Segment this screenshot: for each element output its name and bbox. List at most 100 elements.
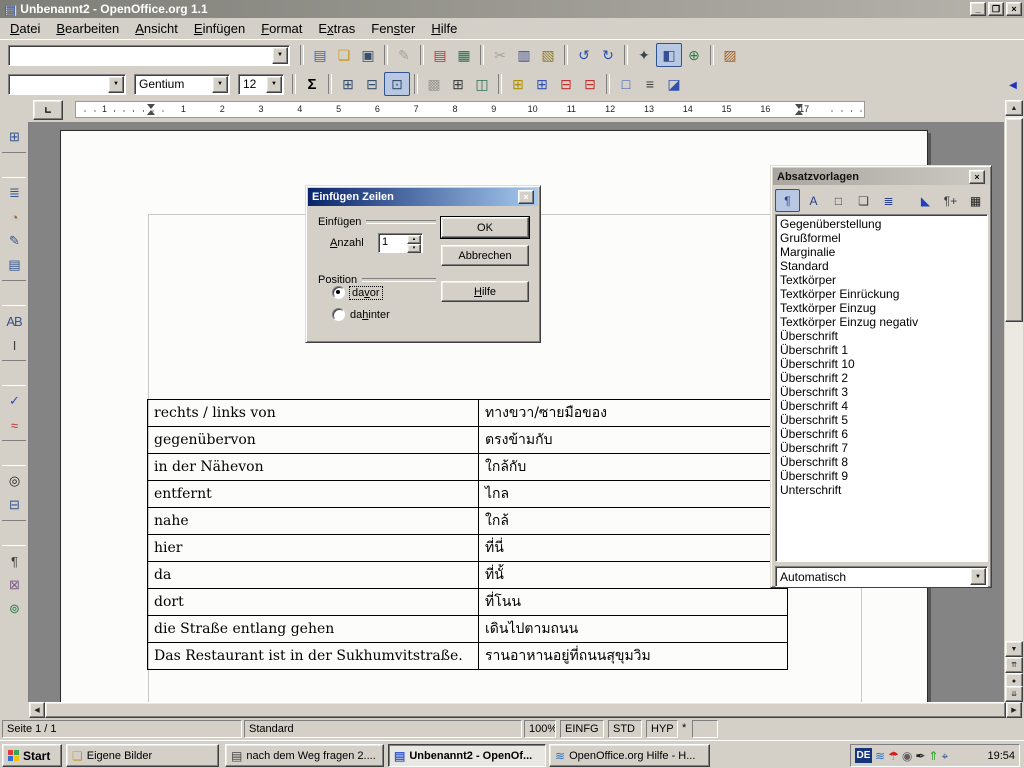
ok-button[interactable]: OK <box>441 217 529 238</box>
menu-extras[interactable]: Extras <box>310 19 363 38</box>
table-cell-german[interactable]: dort <box>148 589 479 616</box>
page-styles-icon[interactable]: ❏ <box>852 190 875 211</box>
close-button[interactable]: × <box>1006 2 1022 16</box>
print-icon[interactable]: ▦ <box>452 44 476 66</box>
font-dropdown-button[interactable]: ▼ <box>212 76 228 93</box>
table-cell-german[interactable]: nahe <box>148 508 479 535</box>
status-zoom[interactable]: 100% <box>524 720 556 738</box>
delete-column-icon[interactable]: ⊟ <box>578 73 602 95</box>
table-cell-thai[interactable]: ใกล้ <box>479 508 788 535</box>
insert-row-icon[interactable]: ⊞ <box>506 73 530 95</box>
task-unbenannt2[interactable]: ▤Unbenannt2 - OpenOf... <box>388 744 546 767</box>
paragraph-styles-icon[interactable]: ¶ <box>775 189 800 212</box>
style-item[interactable]: Marginalie <box>777 245 835 259</box>
export-pdf-icon[interactable]: ▤ <box>428 44 452 66</box>
menu-format[interactable]: Format <box>253 19 310 38</box>
save-icon[interactable]: ▣ <box>356 44 380 66</box>
horizontal-scroll-thumb[interactable] <box>45 702 1006 718</box>
separator[interactable] <box>480 45 484 65</box>
table-cell-german[interactable]: in der Nähevon <box>148 454 479 481</box>
style-item[interactable]: Überschrift 2 <box>777 371 848 385</box>
open-icon[interactable]: ❏ <box>332 44 356 66</box>
dialog-close-button[interactable]: × <box>518 190 534 204</box>
spellcheck-icon[interactable]: ✓ <box>2 389 26 413</box>
copy-icon[interactable]: ▥ <box>512 44 536 66</box>
table-cell-german[interactable]: entfernt <box>148 481 479 508</box>
separator[interactable] <box>414 74 418 94</box>
status-hyperlink-mode[interactable]: HYP <box>646 720 678 738</box>
pen-device-icon[interactable]: ✒ <box>915 750 925 762</box>
separator[interactable] <box>420 45 424 65</box>
new-style-from-selection-icon[interactable]: ¶+ <box>939 190 962 211</box>
table-cell-german[interactable]: da <box>148 562 479 589</box>
separator[interactable] <box>2 152 26 178</box>
status-page[interactable]: Seite 1 / 1 <box>2 720 242 738</box>
borders-icon[interactable]: □ <box>614 73 638 95</box>
gallery-icon[interactable]: ▨ <box>718 44 742 66</box>
merge-cells-icon[interactable]: ⊞ <box>336 73 360 95</box>
vertical-scroll-thumb[interactable] <box>1005 118 1023 322</box>
table-borders-icon[interactable]: ⊞ <box>446 73 470 95</box>
menu-fenster[interactable]: Fenster <box>363 19 423 38</box>
tablet-icon[interactable]: ⌖ <box>941 750 948 762</box>
separator[interactable] <box>2 520 26 546</box>
new-document-icon[interactable]: ▤ <box>308 44 332 66</box>
style-item[interactable]: Überschrift 1 <box>777 343 848 357</box>
graphics-toggle-icon[interactable]: ⊠ <box>2 573 26 597</box>
style-item[interactable]: Textkörper Einzug <box>777 301 876 315</box>
stylist-filter-dropdown-button[interactable]: ▼ <box>970 568 986 585</box>
table-cell-german[interactable]: gegenübervon <box>148 427 479 454</box>
status-insert-mode[interactable]: EINFG <box>560 720 604 738</box>
scroll-right-icon[interactable]: ▶ <box>1006 702 1022 718</box>
undo-icon[interactable]: ↺ <box>572 44 596 66</box>
font-size-dropdown-button[interactable]: ▼ <box>266 76 282 93</box>
stylist-title-bar[interactable]: Absatzvorlagen × <box>773 168 989 185</box>
task-openoffice-hilfe[interactable]: ≋OpenOffice.org Hilfe - H... <box>549 744 710 767</box>
style-item[interactable]: Überschrift 4 <box>777 399 848 413</box>
style-item[interactable]: Überschrift 7 <box>777 441 848 455</box>
menu-hilfe[interactable]: Hilfe <box>423 19 465 38</box>
border-color-icon[interactable]: ◪ <box>662 73 686 95</box>
style-select[interactable]: ▼ <box>8 74 126 95</box>
table-cell-thai[interactable]: ไกล <box>479 481 788 508</box>
style-item[interactable]: Textkörper <box>777 273 836 287</box>
safely-remove-icon[interactable]: ⇑ <box>928 750 938 762</box>
separator[interactable] <box>2 360 26 386</box>
scroll-left-icon[interactable]: ◀ <box>29 702 45 718</box>
radio-davor[interactable]: davor <box>332 286 382 299</box>
url-input[interactable]: ▼ <box>8 45 290 66</box>
url-dropdown-button[interactable]: ▼ <box>272 47 288 64</box>
table-cell-thai[interactable]: ใกล้กับ <box>479 454 788 481</box>
separator[interactable] <box>624 45 628 65</box>
stylist-filter-select[interactable]: Automatisch ▼ <box>775 566 988 587</box>
style-item[interactable]: Überschrift 6 <box>777 427 848 441</box>
update-style-icon[interactable]: ▦ <box>964 190 987 211</box>
table-cell-german[interactable]: die Straße entlang gehen <box>148 616 479 643</box>
autotext-icon[interactable]: AB <box>2 309 26 333</box>
table-cell-thai[interactable]: ที่โนน <box>479 589 788 616</box>
insert-column-icon[interactable]: ⊞ <box>530 73 554 95</box>
online-layout-icon[interactable]: ⊚ <box>2 597 26 621</box>
toolbar-scroll-left-icon[interactable]: ◀ <box>1005 76 1021 94</box>
task-nach-dem-weg[interactable]: ▤nach dem Weg fragen 2.... <box>225 744 384 767</box>
radio-selected-icon[interactable] <box>332 286 345 299</box>
insert-object-icon[interactable]: ◔ <box>2 205 26 229</box>
style-item[interactable]: Textkörper Einrückung <box>777 287 899 301</box>
status-selection-mode[interactable]: STD <box>608 720 642 738</box>
avira-antivirus-icon[interactable]: ☂ <box>888 750 899 762</box>
table-cell-thai[interactable]: ตรงข้ามกับ <box>479 427 788 454</box>
table-cell-thai[interactable]: รานอาหานอยู่ที่ถนนสุขุมวิม <box>479 643 788 670</box>
separator[interactable] <box>2 280 26 306</box>
table-cell-thai[interactable]: เดินไปตามถนน <box>479 616 788 643</box>
separator[interactable] <box>498 74 502 94</box>
font-size-select[interactable]: 12 ▼ <box>238 74 284 95</box>
background-color-icon[interactable]: ▩ <box>422 73 446 95</box>
menu-ansicht[interactable]: Ansicht <box>127 19 186 38</box>
help-button[interactable]: Hilfe <box>441 281 529 302</box>
insert-icon[interactable]: ≣ <box>2 181 26 205</box>
style-item[interactable]: Unterschrift <box>777 483 841 497</box>
radio-unselected-icon[interactable] <box>332 308 345 321</box>
separator[interactable] <box>292 74 296 94</box>
styles-list[interactable]: GegenüberstellungGrußformelMarginalieSta… <box>775 214 988 562</box>
autospellcheck-icon[interactable]: ≈ <box>2 413 26 437</box>
